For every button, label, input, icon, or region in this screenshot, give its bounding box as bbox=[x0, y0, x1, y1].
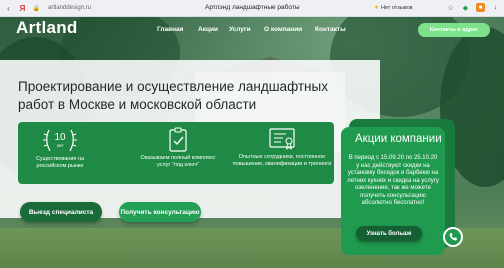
download-icon[interactable]: ↓ bbox=[491, 3, 500, 12]
nav-item-services[interactable]: Услуги bbox=[229, 26, 251, 33]
checklist-icon bbox=[169, 127, 187, 152]
feature-turnkey: Оказываем полный комплекс услуг "под клю… bbox=[138, 122, 218, 168]
phone-icon bbox=[449, 233, 457, 241]
nav-item-promotions[interactable]: Акции bbox=[198, 26, 218, 33]
promo-text: В период с 15.09.20 по 25.10.20 у нас де… bbox=[347, 155, 439, 206]
reviews-button[interactable]: ★ Нет отзывов bbox=[370, 3, 417, 13]
bookmark-icon[interactable]: ☆ bbox=[446, 3, 455, 12]
nav-item-about[interactable]: О компании bbox=[264, 26, 302, 33]
browser-toolbar: ‹ Я 🔒 artlanddesign.ru Артлэнд ландшафтн… bbox=[0, 0, 504, 17]
lock-icon: 🔒 bbox=[32, 5, 41, 12]
shield-icon[interactable]: ◆ bbox=[461, 3, 470, 12]
laurel-badge-icon: 10 лет bbox=[43, 129, 77, 152]
hero-heading: Проектирование и осуществление ландшафтн… bbox=[18, 79, 328, 112]
browser-actions: ☆ ◆ ■ ↓ bbox=[446, 3, 500, 12]
phone-call-button[interactable] bbox=[443, 227, 463, 247]
address-bar[interactable]: artlanddesign.ru bbox=[48, 5, 91, 11]
promo-title: Акции компании bbox=[355, 133, 442, 145]
extension-icon[interactable]: ■ bbox=[476, 3, 485, 12]
feature-years-unit: лет bbox=[56, 143, 63, 148]
feature-years-text: Существования на российском рынке bbox=[35, 156, 85, 169]
back-icon[interactable]: ‹ bbox=[3, 3, 14, 14]
learn-more-button[interactable]: Узнать больше bbox=[356, 226, 422, 241]
feature-years-number: 10 bbox=[54, 132, 66, 143]
feature-staff: Опытные сотрудники, постоянное повышение… bbox=[232, 122, 332, 167]
star-icon: ★ bbox=[374, 5, 379, 11]
certificate-icon bbox=[269, 128, 295, 150]
feature-turnkey-text: Оказываем полный комплекс услуг "под клю… bbox=[140, 155, 216, 168]
feature-staff-text: Опытные сотрудники, постоянное повышение… bbox=[232, 154, 332, 167]
tab-title: Артлэнд ландшафтные работы bbox=[205, 4, 300, 11]
get-consultation-button[interactable]: Получить консультацию bbox=[119, 202, 201, 222]
yandex-icon[interactable]: Я bbox=[17, 3, 28, 14]
nav-item-contacts[interactable]: Контакты bbox=[315, 26, 346, 33]
features-band: 10 лет Существования на российском рынке… bbox=[18, 122, 334, 184]
feature-years: 10 лет Существования на российском рынке bbox=[24, 122, 96, 169]
site-logo[interactable]: Artland bbox=[16, 18, 78, 38]
specialist-visit-button[interactable]: Выезд специалиста bbox=[20, 202, 102, 222]
reviews-label: Нет отзывов bbox=[380, 5, 413, 11]
contacts-address-button[interactable]: Контакты и адрес bbox=[418, 23, 490, 37]
nav-item-home[interactable]: Главная bbox=[157, 26, 183, 33]
